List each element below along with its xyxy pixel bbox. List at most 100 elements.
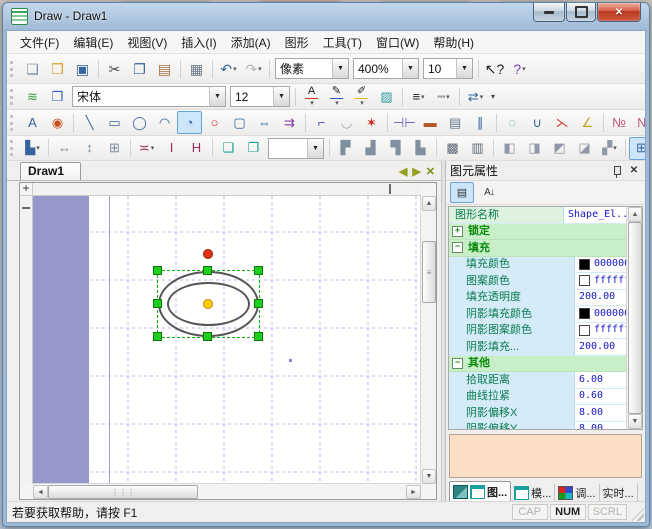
selection-handle-se[interactable] <box>254 332 263 341</box>
selection-handle-n[interactable] <box>203 266 212 275</box>
arrow-style-icon[interactable]: ⇄▾ <box>463 85 488 108</box>
spacing-icon[interactable]: ≍▾ <box>134 137 159 160</box>
filled-rect-icon[interactable]: ▬ <box>418 111 443 134</box>
scroll-left-button[interactable]: ◄ <box>33 485 48 499</box>
pages-icon[interactable]: ❒ <box>45 85 70 108</box>
center-point-handle[interactable] <box>203 299 213 309</box>
drawing-canvas[interactable] <box>33 196 421 484</box>
shadow-style-icon[interactable]: ▥ <box>465 137 490 160</box>
menu-insert[interactable]: 插入(I) <box>174 32 223 53</box>
document-tab[interactable]: Draw1 <box>20 162 81 180</box>
minimize-button[interactable] <box>533 3 565 22</box>
selection-handle-e[interactable] <box>254 299 263 308</box>
menu-edit[interactable]: 编辑(E) <box>66 32 120 53</box>
scroll-down-button[interactable]: ▼ <box>422 469 436 484</box>
selection-handle-nw[interactable] <box>153 266 162 275</box>
rotate-left-icon[interactable]: ◩ <box>547 137 572 160</box>
tab-element-properties[interactable]: 图... <box>449 481 511 501</box>
zoom-combo[interactable]: 400%▼ <box>353 58 419 79</box>
menu-add[interactable]: 添加(A) <box>224 32 278 53</box>
menu-shape[interactable]: 图形 <box>278 32 316 53</box>
scroll-right-button[interactable]: ► <box>406 485 421 499</box>
alphabetical-sort-button[interactable]: A↓ <box>477 182 501 203</box>
flow-arrow-tool-icon[interactable]: ⇉ <box>277 111 302 134</box>
tab-palette[interactable]: 调... <box>555 484 599 501</box>
hatch-tool-icon[interactable]: ∠ <box>575 111 600 134</box>
distribute-h-icon[interactable]: I <box>159 137 184 160</box>
paste-icon[interactable]: ▤ <box>152 57 177 80</box>
property-value[interactable]: 0.60 <box>575 389 626 403</box>
property-value[interactable]: ffffff <box>575 274 626 288</box>
toolbar-gripper[interactable] <box>10 115 16 131</box>
same-width-icon[interactable]: ↔ <box>52 137 77 160</box>
vertical-scroll-thumb[interactable]: ≡ <box>422 241 436 303</box>
open-folder-icon[interactable]: ❒ <box>45 57 70 80</box>
combo-arrow-icon[interactable]: ▼ <box>456 59 472 78</box>
maximize-button[interactable] <box>566 3 596 22</box>
freeform-tool-icon[interactable]: ◌ <box>500 111 525 134</box>
node-split-icon[interactable]: ⊣⊢ <box>391 111 418 134</box>
line-tool-icon[interactable]: ╲ <box>77 111 102 134</box>
text-frame-tool-icon[interactable]: A <box>20 111 45 134</box>
double-arrow-tool-icon[interactable]: ⇔ <box>252 111 277 134</box>
combo-arrow-icon[interactable]: ▼ <box>273 87 289 106</box>
tab-realtime[interactable]: 实时... <box>600 484 638 501</box>
toolbar-gripper[interactable] <box>10 140 16 156</box>
send-backward-icon[interactable]: ▙ <box>408 137 433 160</box>
line-width-icon[interactable]: ≡▾ <box>406 85 431 108</box>
help-icon[interactable]: ?▾ <box>507 57 532 80</box>
u-shape-tool-icon[interactable]: ∪ <box>525 111 550 134</box>
property-value[interactable]: 8.00 <box>575 422 626 429</box>
star-tool-icon[interactable]: ✶ <box>359 111 384 134</box>
selection-handle-ne[interactable] <box>254 266 263 275</box>
snap-grid-icon[interactable]: ⊞ <box>629 137 646 160</box>
toolbar-gripper[interactable] <box>10 61 16 77</box>
resize-grip[interactable] <box>631 508 644 521</box>
pin-icon[interactable] <box>610 164 624 178</box>
toolbar-gripper[interactable] <box>10 89 16 105</box>
print-icon[interactable]: ▦ <box>184 57 209 80</box>
layer-combo[interactable]: ▼ <box>268 138 324 159</box>
polyline-tool-icon[interactable]: ⌐ <box>309 111 334 134</box>
distribute-v-icon[interactable]: H <box>184 137 209 160</box>
menu-tools[interactable]: 工具(T) <box>316 32 369 53</box>
expand-box-icon[interactable]: − <box>452 358 463 369</box>
stack-icon[interactable]: ▤ <box>443 111 468 134</box>
combo-arrow-icon[interactable]: ▼ <box>209 87 225 106</box>
layers-icon[interactable]: ≋ <box>20 85 45 108</box>
category-row[interactable]: −填充 <box>449 240 626 257</box>
rectangle-tool-icon[interactable]: ▭ <box>102 111 127 134</box>
angle-lines-tool-icon[interactable]: ⋋ <box>550 111 575 134</box>
font-color-icon[interactable]: A▾ <box>299 85 324 108</box>
property-value[interactable]: 000000 <box>575 307 626 321</box>
property-value[interactable]: 200.00 <box>575 290 626 304</box>
page-ref2-icon[interactable]: № <box>632 111 646 134</box>
context-help-icon[interactable]: ↖? <box>482 57 507 80</box>
bring-to-front-icon[interactable]: ▛ <box>333 137 358 160</box>
selection-handle-s[interactable] <box>203 332 212 341</box>
unit-combo[interactable]: 像素▼ <box>275 58 349 79</box>
tab-model[interactable]: 模... <box>511 484 555 501</box>
next-tab-button[interactable]: ▶ <box>412 165 420 178</box>
menu-view[interactable]: 视图(V) <box>120 32 174 53</box>
property-value[interactable]: 8.00 <box>575 406 626 420</box>
scroll-up-button[interactable]: ▲ <box>628 207 642 222</box>
rounded-rect-tool-icon[interactable]: ▢ <box>227 111 252 134</box>
font-combo[interactable]: 宋体▼ <box>72 86 226 107</box>
vertical-scrollbar[interactable]: ▲ ≡ ▼ <box>420 196 436 484</box>
horizontal-scroll-thumb[interactable]: ⋮⋮⋮ <box>48 485 198 499</box>
title-bar[interactable]: Draw - Draw1 ✕ <box>3 3 649 29</box>
scroll-up-button[interactable]: ▲ <box>422 196 436 211</box>
fill-color-icon[interactable]: ✐▾ <box>349 85 374 108</box>
ellipse-tool-icon[interactable]: ◯ <box>127 111 152 134</box>
categorized-view-button[interactable]: ▤ <box>450 182 474 203</box>
property-value[interactable]: ffffff <box>575 323 626 337</box>
undo-icon[interactable]: ↶▾ <box>216 57 241 80</box>
dropdown-chevron-icon[interactable]: ▾ <box>488 92 498 101</box>
circle-tool-icon[interactable]: ○ <box>202 111 227 134</box>
selection-handle-sw[interactable] <box>153 332 162 341</box>
flip-h-icon[interactable]: ◧ <box>497 137 522 160</box>
panel-close-icon[interactable]: ✕ <box>627 164 641 178</box>
group-icon[interactable]: ❏ <box>216 137 241 160</box>
save-icon[interactable]: ▣ <box>70 57 95 80</box>
